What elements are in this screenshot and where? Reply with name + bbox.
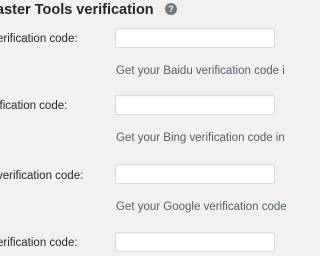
baidu-verification-label: erification code: <box>0 33 78 45</box>
google-verification-description: Get your Google verification code <box>116 201 287 213</box>
fourth-verification-label: erification code: <box>0 237 78 249</box>
baidu-verification-input[interactable] <box>115 28 275 48</box>
baidu-verification-description: Get your Baidu verification code i <box>116 65 285 77</box>
section-title: aster Tools verification <box>0 2 154 18</box>
google-verification-input[interactable] <box>115 164 275 184</box>
bing-verification-label: ification code: <box>0 100 68 112</box>
help-icon[interactable]: ? <box>165 3 177 15</box>
fourth-verification-input[interactable] <box>115 232 275 252</box>
bing-verification-input[interactable] <box>115 95 275 115</box>
google-verification-label: verification code: <box>0 170 84 182</box>
bing-verification-description: Get your Bing verification code in <box>116 132 285 144</box>
